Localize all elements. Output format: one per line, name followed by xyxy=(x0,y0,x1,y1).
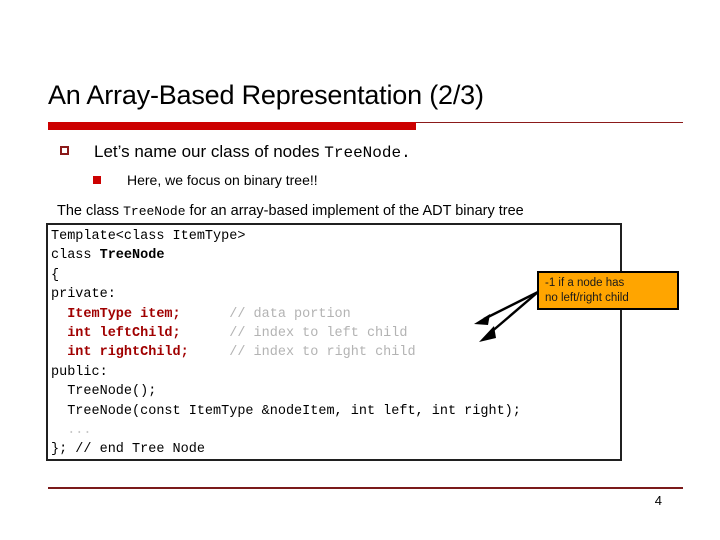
code-token-plain: public: xyxy=(51,364,108,380)
code-token-plain: TreeNode(); xyxy=(51,384,157,400)
code-token-plain: TreeNode(const ItemType &nodeItem, int l… xyxy=(51,403,521,419)
bullet-item-level2: Here, we focus on binary tree!! xyxy=(93,171,693,189)
code-line: int rightChild; // index to right child xyxy=(51,343,521,362)
page-number: 4 xyxy=(654,493,662,508)
bullet-item-level1: Let’s name our class of nodes TreeNode. xyxy=(60,141,690,164)
code-token-bold: TreeNode xyxy=(99,248,165,264)
bullet1-text-before: Let’s name our class of nodes xyxy=(94,142,325,161)
bullet1-text-after: . xyxy=(401,144,411,162)
code-token-plain: class xyxy=(51,248,100,264)
code-token-member: int leftChild; xyxy=(67,326,181,342)
callout-line-2: no left/right child xyxy=(545,292,629,304)
code-token-member: ItemType item; xyxy=(67,306,181,322)
code-token-plain: }; // end Tree Node xyxy=(51,442,205,458)
caption-code-term: TreeNode xyxy=(123,204,186,219)
code-token-plain: private: xyxy=(51,287,116,303)
caption-text-before: The class xyxy=(57,203,124,219)
code-token-dots: ... xyxy=(51,423,92,439)
callout-line-1: -1 if a node has xyxy=(545,277,625,289)
code-line: }; // end Tree Node xyxy=(51,440,521,459)
code-line: TreeNode(); xyxy=(51,382,521,401)
code-listing: Template<class ItemType> class TreeNode { p… xyxy=(51,227,521,459)
code-listing-box: Template<class ItemType> class TreeNode { p… xyxy=(46,223,622,461)
bullet1-code-term: TreeNode xyxy=(324,144,402,162)
bullet-level1-label: Let’s name our class of nodes TreeNode. xyxy=(94,141,411,164)
code-token-cmt: // index to left child xyxy=(229,326,408,342)
caption-text-after: for an array-based implement of the ADT … xyxy=(185,203,524,219)
code-line: TreeNode(const ItemType &nodeItem, int l… xyxy=(51,402,521,421)
code-line: { xyxy=(51,266,521,285)
code-line: public: xyxy=(51,363,521,382)
code-line: Template<class ItemType> xyxy=(51,227,521,246)
code-token-member: int rightChild; xyxy=(67,345,189,361)
hollow-square-bullet-icon xyxy=(60,146,69,155)
bullet-level2-label: Here, we focus on binary tree!! xyxy=(127,172,318,188)
code-line: ... xyxy=(51,421,521,440)
page-title: An Array-Based Representation (2/3) xyxy=(48,80,484,110)
code-caption: The class TreeNode for an array-based im… xyxy=(57,202,697,221)
code-line: private: xyxy=(51,285,521,304)
filled-square-bullet-icon xyxy=(93,176,101,184)
title-rule-accent xyxy=(48,122,416,130)
code-line: ItemType item; // data portion xyxy=(51,305,521,324)
footer-rule xyxy=(48,487,683,489)
code-token-plain: Template<class ItemType> xyxy=(51,229,246,244)
code-token-plain: { xyxy=(51,267,60,283)
code-token-cmt: // data portion xyxy=(229,306,351,322)
code-token-cmt: // index to right child xyxy=(229,345,416,361)
code-line: int leftChild; // index to left child xyxy=(51,324,521,343)
callout-note: -1 if a node has no left/right child xyxy=(537,271,679,310)
code-line: class TreeNode xyxy=(51,246,521,265)
